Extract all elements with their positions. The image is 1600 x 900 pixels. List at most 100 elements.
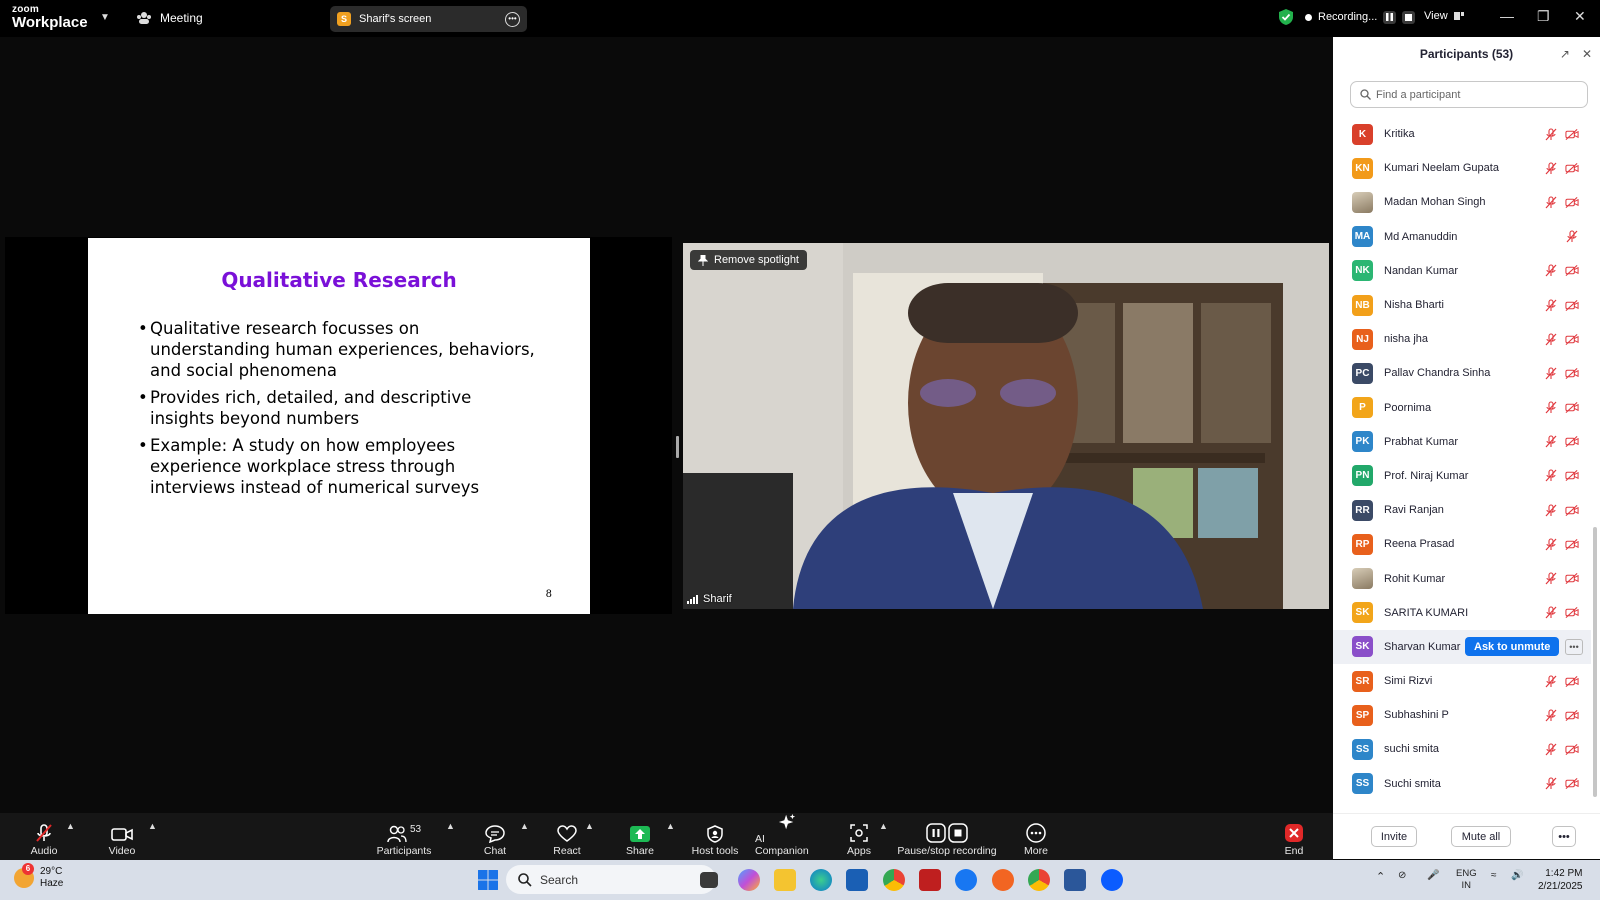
show-hidden-icons-chevron-icon[interactable]: ⌃	[1376, 870, 1385, 883]
task-view-icon[interactable]	[700, 872, 718, 888]
chevron-down-icon[interactable]: ▼	[100, 12, 110, 23]
participants-button[interactable]: 53 Participants	[376, 813, 432, 860]
participant-search-input[interactable]: Find a participant	[1350, 81, 1588, 108]
zoom-icon[interactable]	[1101, 869, 1123, 891]
close-panel-icon[interactable]: ✕	[1582, 47, 1592, 61]
microsoft-store-icon[interactable]	[846, 869, 868, 891]
react-label: React	[553, 845, 581, 857]
participant-row[interactable]: SP Subhashini P	[1333, 698, 1591, 732]
slide-bullet: Qualitative research focusses on underst…	[138, 318, 540, 381]
copilot-icon[interactable]	[738, 869, 760, 891]
invite-button[interactable]: Invite	[1371, 826, 1417, 847]
restore-icon[interactable]: ❐	[1537, 8, 1550, 25]
share-button[interactable]: Share	[622, 813, 658, 860]
language-top: ENG	[1456, 868, 1477, 879]
filezilla-icon[interactable]	[919, 869, 941, 891]
avatar	[1352, 191, 1373, 213]
minimize-icon[interactable]: —	[1500, 8, 1514, 24]
end-meeting-button[interactable]: End	[1280, 813, 1308, 860]
participant-row[interactable]: PK Prabhat Kumar	[1333, 425, 1591, 459]
participant-row[interactable]: SK Sharvan Kumar Ask to unmute •••	[1333, 629, 1591, 664]
participant-name: Md Amanuddin	[1384, 230, 1458, 243]
apps-options-chevron-icon[interactable]: ▲	[879, 821, 888, 831]
participant-more-button[interactable]: •••	[1565, 638, 1583, 655]
pop-out-icon[interactable]: ↗	[1560, 47, 1570, 61]
microphone-icon[interactable]: 🎤	[1427, 870, 1439, 881]
apps-button[interactable]: Apps	[843, 813, 875, 860]
chat-button[interactable]: Chat	[478, 813, 512, 860]
chrome-profile-icon[interactable]	[1028, 869, 1050, 891]
participant-row[interactable]: SS suchi smita	[1333, 732, 1591, 766]
react-button[interactable]: React	[549, 813, 585, 860]
microphone-muted-icon	[1545, 504, 1557, 517]
app-icon[interactable]	[992, 869, 1014, 891]
edge-browser-icon[interactable]	[810, 869, 832, 891]
microphone-muted-icon	[1545, 196, 1557, 209]
more-options-button[interactable]: •••	[1552, 826, 1576, 847]
mute-all-button[interactable]: Mute all	[1451, 826, 1511, 847]
meeting-menu[interactable]: Meeting	[136, 11, 203, 25]
more-button[interactable]: More	[1021, 813, 1051, 860]
remove-spotlight-button[interactable]: Remove spotlight	[690, 250, 807, 270]
participant-row[interactable]: Rohit Kumar	[1333, 561, 1591, 595]
chrome-icon[interactable]	[883, 869, 905, 891]
word-icon[interactable]	[1064, 869, 1086, 891]
participant-row[interactable]: NB Nisha Bharti	[1333, 288, 1591, 322]
system-clock[interactable]: 1:42 PM 2/21/2025	[1538, 867, 1583, 893]
share-options-chevron-icon[interactable]: ▲	[666, 821, 675, 831]
participant-row[interactable]: SR Simi Rizvi	[1333, 664, 1591, 698]
participant-row[interactable]: NK Nandan Kumar	[1333, 254, 1591, 288]
avatar: SS	[1352, 738, 1373, 760]
audio-options-chevron-icon[interactable]: ▲	[66, 821, 75, 831]
taskbar-search[interactable]: Search	[506, 865, 716, 894]
video-off-icon	[1565, 196, 1579, 209]
participant-name: Nandan Kumar	[1384, 264, 1458, 277]
participants-options-chevron-icon[interactable]: ▲	[446, 821, 455, 831]
participant-row[interactable]: RP Reena Prasad	[1333, 527, 1591, 561]
react-options-chevron-icon[interactable]: ▲	[585, 821, 594, 831]
audio-button[interactable]: Audio	[27, 813, 61, 860]
host-tools-button[interactable]: Host tools	[690, 813, 740, 860]
participant-row[interactable]: P Poornima	[1333, 391, 1591, 425]
participant-row[interactable]: Madan Mohan Singh	[1333, 185, 1591, 219]
participant-row[interactable]: NJ nisha jha	[1333, 322, 1591, 356]
stop-recording-button[interactable]	[1402, 10, 1416, 24]
language-indicator[interactable]: ENG IN	[1456, 868, 1477, 892]
windows-start-icon[interactable]	[477, 869, 499, 891]
wifi-icon[interactable]: ≈	[1491, 870, 1497, 881]
network-off-icon[interactable]: ⊘	[1398, 870, 1406, 881]
file-explorer-icon[interactable]	[774, 869, 796, 891]
resize-handle[interactable]	[676, 436, 679, 458]
speaker-icon[interactable]: 🔊	[1511, 870, 1523, 881]
participant-row[interactable]: K Kritika	[1333, 117, 1591, 151]
participant-row[interactable]: SK SARITA KUMARI	[1333, 596, 1591, 630]
pause-recording-button[interactable]	[1383, 10, 1397, 24]
participant-row[interactable]: MA Md Amanuddin	[1333, 220, 1591, 254]
screen-share-pill[interactable]: S Sharif's screen •••	[330, 6, 527, 32]
ask-to-unmute-button[interactable]: Ask to unmute	[1465, 637, 1560, 657]
slide-bullets: Qualitative research focusses on underst…	[138, 318, 540, 504]
pause-stop-recording-button[interactable]: Pause/stop recording	[897, 813, 997, 860]
view-button[interactable]: View	[1424, 10, 1464, 22]
participant-row[interactable]: RR Ravi Ranjan	[1333, 493, 1591, 527]
ai-companion-button[interactable]: AI Companion	[755, 813, 819, 860]
participant-row[interactable]: PN Prof. Niraj Kumar	[1333, 459, 1591, 493]
avatar: NK	[1352, 260, 1373, 282]
chat-options-chevron-icon[interactable]: ▲	[520, 821, 529, 831]
scrollbar[interactable]	[1593, 527, 1597, 797]
facebook-icon[interactable]	[955, 869, 977, 891]
weather-widget[interactable]: 6 29°C Haze	[14, 863, 63, 890]
pause-stop-recording-label: Pause/stop recording	[897, 845, 997, 857]
more-options-icon[interactable]: •••	[505, 11, 520, 27]
shield-icon[interactable]	[1279, 9, 1293, 25]
microphone-muted-icon	[1545, 333, 1557, 346]
video-options-chevron-icon[interactable]: ▲	[148, 821, 157, 831]
participant-row[interactable]: PC Pallav Chandra Sinha	[1333, 356, 1591, 390]
video-off-icon	[1565, 538, 1579, 550]
participant-name: Sharvan Kumar	[1384, 640, 1461, 653]
participant-row[interactable]: KN Kumari Neelam Gupata	[1333, 151, 1591, 185]
close-icon[interactable]: ✕	[1574, 8, 1586, 25]
participant-row[interactable]: SS Suchi smita	[1333, 767, 1591, 801]
participant-status-icons	[1544, 196, 1579, 209]
video-button[interactable]: Video	[105, 813, 139, 860]
